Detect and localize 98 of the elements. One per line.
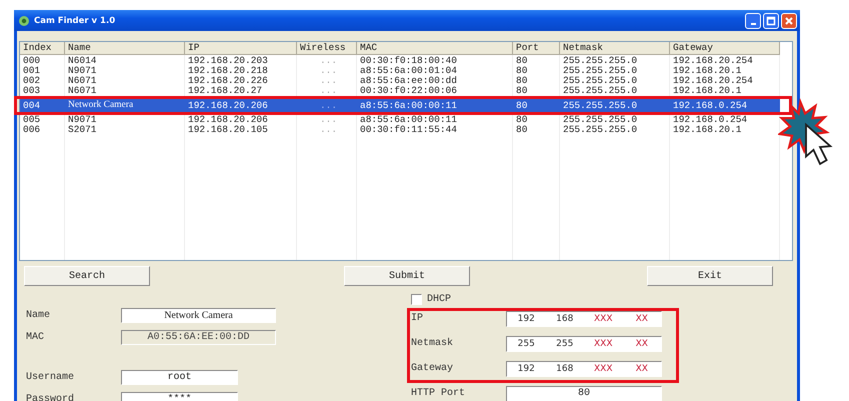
table-cell-text: 192.168.20.105 (187, 125, 269, 135)
table-cell-text: 004 (22, 99, 42, 112)
table-cell-text: 192.168.20.226 (187, 76, 269, 86)
table-cell-text: 001 (22, 66, 42, 76)
table-cell-text: ... (318, 125, 338, 135)
table-cell-text: 192.168.20.1 (672, 66, 742, 76)
table-cell-text: 80 (515, 125, 528, 135)
table-cell-text: 192.168.0.254 (672, 99, 748, 112)
input-field[interactable]: **** (121, 392, 238, 401)
ip-address-field[interactable]: 255 255 XXX XX (506, 336, 662, 352)
input-field[interactable]: root (121, 370, 238, 384)
maximize-icon (766, 16, 776, 26)
column-header[interactable]: Name (65, 42, 185, 54)
table-cell-text: 00:30:f0:18:00:40 (359, 56, 458, 66)
table-cell-text: N6071 (67, 86, 98, 96)
table-cell-text: a8:55:6a:ee:00:dd (359, 76, 458, 86)
table-cell-text: a8:55:6a:00:00:11 (359, 115, 458, 125)
table-cell-text: 00:30:f0:11:55:44 (359, 125, 458, 135)
table-cell-text: 192.168.20.206 (187, 99, 269, 112)
table-cell-text: ... (318, 86, 338, 96)
field-label: HTTP Port (411, 388, 466, 399)
field-label: MAC (26, 332, 46, 342)
field-label: Netmask (411, 338, 454, 349)
table-cell-text: 80 (515, 66, 528, 76)
table-row[interactable]: 005 N9071 192.168.20.206 ... a8:55:6a:00:00:11 80 255.255.255.0 192.168.0.254 (20, 115, 780, 125)
table-cell-text: 255.255.255.0 (562, 66, 638, 76)
table-cell-text: 000 (22, 56, 42, 66)
table-cell-text: S2071 (67, 125, 98, 135)
table-cell-text: 80 (515, 76, 528, 86)
table-cell-text: 003 (22, 86, 42, 96)
table-cell-text: 192.168.20.254 (672, 56, 754, 66)
field-label: Gateway (411, 363, 454, 374)
table-cell-text: 00:30:f0:22:00:06 (359, 86, 458, 96)
table-cell-text: 192.168.20.1 (672, 86, 742, 96)
maximize-button[interactable] (763, 12, 779, 28)
column-header[interactable]: Port (513, 42, 560, 54)
table-cell-text: 80 (515, 99, 528, 112)
table-cell-text: 192.168.20.1 (672, 125, 742, 135)
search-button[interactable]: Search (24, 266, 150, 286)
table-cell-text: 192.168.20.27 (187, 86, 264, 96)
table-cell-text: ... (318, 66, 338, 76)
table-cell-text: 192.168.20.203 (187, 56, 269, 66)
table-cell-text: 006 (22, 125, 42, 135)
minimize-icon (750, 22, 756, 24)
field-label: Password (26, 394, 76, 401)
close-button[interactable] (781, 12, 797, 28)
table-cell-text: 80 (515, 86, 528, 96)
table-cell-text: a8:55:6a:00:00:11 (359, 99, 458, 112)
table-cell-text: 192.168.20.206 (187, 115, 269, 125)
table-cell-text: ... (318, 99, 338, 112)
ip-address-field[interactable]: 192 168 XXX XX (506, 310, 662, 326)
table-cell-text: 192.168.20.254 (672, 76, 754, 86)
table-cell-text: N9071 (67, 66, 98, 76)
table-row[interactable]: 001 N9071 192.168.20.218 ... a8:55:6a:00:01:04 80 255.255.255.0 192.168.20.1 (20, 66, 780, 76)
table-cell-text: 192.168.0.254 (672, 115, 748, 125)
table-cell-text: N6014 (67, 56, 98, 66)
table-cell-text: ... (318, 76, 338, 86)
table-cell-text: 255.255.255.0 (562, 86, 638, 96)
column-header[interactable]: MAC (357, 42, 513, 54)
table-cell-text: N6071 (67, 76, 98, 86)
table-cell-text: ... (318, 115, 338, 125)
table-row[interactable]: 000 N6014 192.168.20.203 ... 00:30:f0:18:00:40 80 255.255.255.0 192.168.20.254 (20, 56, 780, 66)
table-row[interactable]: 002 N6071 192.168.20.226 ... a8:55:6a:ee:00:dd 80 255.255.255.0 192.168.20.254 (20, 76, 780, 86)
table-cell-text: 255.255.255.0 (562, 99, 638, 112)
table-cell-text: ... (318, 56, 338, 66)
table-cell-text: 255.255.255.0 (562, 125, 638, 135)
table-cell-text: 192.168.20.218 (187, 66, 269, 76)
table-cell-text: 255.255.255.0 (562, 115, 638, 125)
table-cell-text: 005 (22, 115, 42, 125)
field-label: Username (26, 372, 76, 382)
input-field[interactable]: Network Camera (121, 308, 276, 322)
table-row[interactable]: 006 S2071 192.168.20.105 ... 00:30:f0:11:55:44 80 255.255.255.0 192.168.20.1 (20, 125, 780, 135)
column-header[interactable]: Gateway (670, 42, 780, 54)
column-header[interactable]: IP (185, 42, 297, 54)
table-cell-text: 002 (22, 76, 42, 86)
close-icon (784, 16, 794, 26)
table-cell-text: 80 (515, 56, 528, 66)
checkbox-label: DHCP (427, 294, 452, 304)
window-title: Cam Finder v 1.0 (34, 16, 116, 26)
table-row[interactable]: 004 Network Camera 192.168.20.206 ... a8:55:6a:00:00:11 80 255.255.255.0 192.168.0.254 (20, 99, 780, 112)
input-field[interactable]: 80 (506, 386, 662, 401)
field-label: IP (411, 313, 424, 324)
table-row[interactable]: 003 N6071 192.168.20.27 ... 00:30:f0:22:00:06 80 255.255.255.0 192.168.20.1 (20, 86, 780, 96)
table-cell-text: a8:55:6a:00:01:04 (359, 66, 458, 76)
checkbox[interactable] (411, 294, 422, 304)
submit-button[interactable]: Submit (344, 266, 470, 286)
field-label: Name (26, 310, 52, 320)
table-cell-text: Network Camera (67, 99, 134, 112)
table-cell-text: 255.255.255.0 (562, 76, 638, 86)
ip-address-field[interactable]: 192 168 XXX XX (506, 360, 662, 376)
exit-button[interactable]: Exit (647, 266, 773, 286)
column-header[interactable]: Netmask (560, 42, 670, 54)
column-header[interactable]: Wireless (297, 42, 357, 54)
table-cell-text: 255.255.255.0 (562, 56, 638, 66)
minimize-button[interactable] (745, 12, 761, 28)
column-header[interactable]: Index (20, 42, 65, 54)
table-cell-text: 80 (515, 115, 528, 125)
table-cell-text: N9071 (67, 115, 98, 125)
